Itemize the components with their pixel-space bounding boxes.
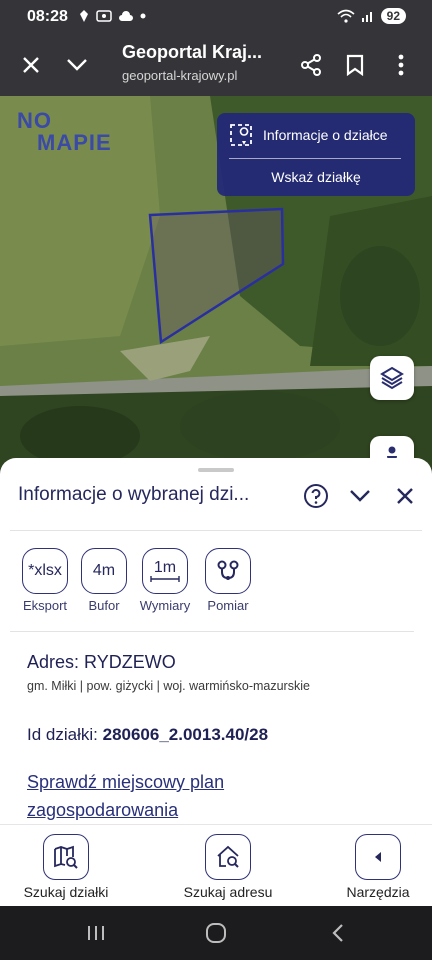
chevron-down-icon[interactable] xyxy=(346,482,374,510)
browser-toolbar: Geoportal Kraj... geoportal-krajowy.pl xyxy=(0,34,432,96)
status-system-icons: 92 xyxy=(337,8,406,24)
more-options-icon[interactable] xyxy=(384,48,418,82)
chevron-down-icon[interactable] xyxy=(60,48,94,82)
header-divider xyxy=(10,530,422,531)
battery-indicator: 92 xyxy=(380,8,406,24)
nav-search-parcel-label: Szukaj działki xyxy=(23,884,109,900)
dimensions-tool[interactable]: 1m Wymiary xyxy=(135,548,195,613)
wifi-icon xyxy=(337,9,355,23)
parcel-id-label: Id działki: xyxy=(27,725,98,744)
dimensions-icon: 1m xyxy=(142,548,188,594)
buffer-icon: 4m xyxy=(81,548,127,594)
back-icon[interactable] xyxy=(323,919,353,947)
recent-apps-icon[interactable] xyxy=(81,919,111,947)
media-icon xyxy=(96,10,112,22)
home-icon[interactable] xyxy=(201,919,231,947)
nav-search-address[interactable]: Szukaj adresu xyxy=(178,834,278,900)
sheet-title: Informacje o wybranej dzi... xyxy=(18,484,250,505)
bottom-navigation: Szukaj działki Szukaj adresu Narzędzia xyxy=(0,824,432,906)
select-parcel-icon xyxy=(230,124,252,146)
caret-left-icon xyxy=(355,834,401,880)
parcel-address: Adres: RYDZEWO xyxy=(27,652,176,672)
export-tool[interactable]: *xlsx Eksport xyxy=(15,548,75,613)
bookmark-icon[interactable] xyxy=(338,48,372,82)
sheet-drag-handle[interactable] xyxy=(198,468,234,472)
parcel-details-sheet: Informacje o wybranej dzi... *xlsx Ekspo… xyxy=(0,458,432,824)
measure-tool[interactable]: Pomiar xyxy=(198,548,258,613)
status-notification-icons xyxy=(78,9,146,23)
buffer-tool[interactable]: 4m Bufor xyxy=(74,548,134,613)
satellite-map[interactable]: NO MAPIE Informacje o działce Wskaż dzia… xyxy=(0,96,432,476)
parcel-id-value: 280606_2.0013.40/28 xyxy=(102,725,269,744)
dimensions-label: Wymiary xyxy=(139,598,191,613)
local-plan-link[interactable]: Sprawdź miejscowy plan zagospodarowania xyxy=(27,768,327,824)
help-icon[interactable] xyxy=(302,482,330,510)
nav-tools[interactable]: Narzędzia xyxy=(342,834,414,900)
notification-icon xyxy=(80,10,88,22)
dimensions-icon-text: 1m xyxy=(153,559,177,576)
page-title: Geoportal Kraj... xyxy=(122,42,263,62)
nav-tools-label: Narzędzia xyxy=(346,884,410,900)
nav-search-parcel[interactable]: Szukaj działki xyxy=(18,834,114,900)
parcel-address-details: gm. Miłki | pow. giżycki | woj. warmińsk… xyxy=(27,679,310,693)
status-bar: 08:28 92 xyxy=(0,0,432,34)
nomapie-logo: NO MAPIE xyxy=(17,110,112,154)
status-time: 08:28 xyxy=(27,8,68,25)
measure-icon xyxy=(205,548,251,594)
panel-divider xyxy=(229,158,401,159)
export-label: Eksport xyxy=(22,598,68,613)
parcel-id-row: Id działki: 280606_2.0013.40/28 xyxy=(27,725,268,745)
page-url[interactable]: geoportal-krajowy.pl xyxy=(122,68,237,83)
share-icon[interactable] xyxy=(294,48,328,82)
parcel-info-label: Informacje o działce xyxy=(263,127,388,143)
layers-icon xyxy=(380,366,404,390)
close-sheet-icon[interactable] xyxy=(391,482,419,510)
measure-label: Pomiar xyxy=(207,598,249,613)
system-navigation-bar xyxy=(0,906,432,960)
parcel-info-button[interactable]: Informacje o działce xyxy=(229,123,388,147)
tools-divider xyxy=(10,631,414,632)
export-icon: *xlsx xyxy=(22,548,68,594)
signal-icon xyxy=(361,12,372,22)
dimension-line-icon xyxy=(150,576,180,582)
parcel-info-panel: Informacje o działce Wskaż działkę xyxy=(217,113,415,196)
map-search-icon xyxy=(43,834,89,880)
buffer-label: Bufor xyxy=(88,598,120,613)
point-parcel-button[interactable]: Wskaż działkę xyxy=(217,169,415,185)
logo-line-1: NO xyxy=(17,108,52,133)
dot-icon xyxy=(140,13,146,19)
cloud-icon xyxy=(119,11,133,21)
nav-search-address-label: Szukaj adresu xyxy=(183,884,273,900)
close-icon[interactable] xyxy=(14,48,48,82)
logo-line-2: MAPIE xyxy=(37,130,112,155)
home-search-icon xyxy=(205,834,251,880)
layers-button[interactable] xyxy=(370,356,414,400)
